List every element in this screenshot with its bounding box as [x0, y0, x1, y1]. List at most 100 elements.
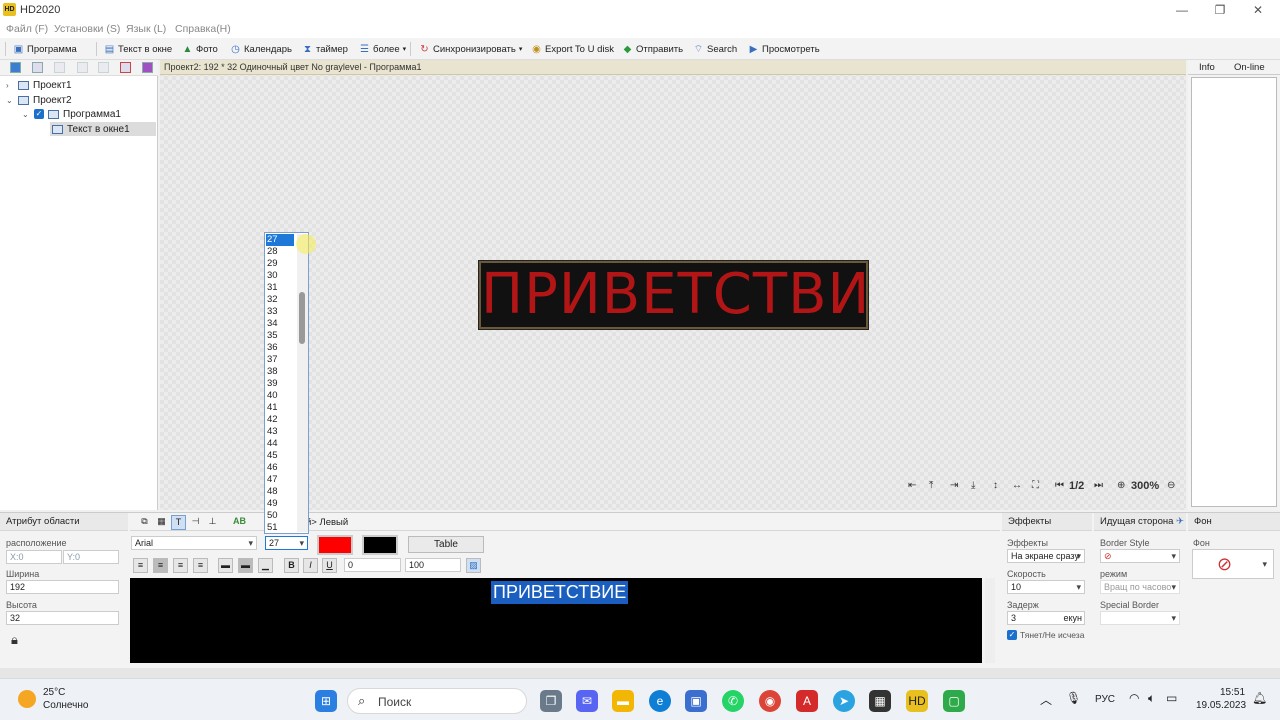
- preview-button[interactable]: ▶ Просмотреть: [748, 41, 820, 57]
- search-button[interactable]: ⌔ Search: [693, 41, 737, 57]
- green-app-icon[interactable]: ▢: [943, 690, 965, 712]
- dropdown-option[interactable]: 43: [266, 426, 294, 438]
- program-button[interactable]: ▣ Программа: [13, 41, 77, 57]
- font-select[interactable]: Arial: [131, 536, 257, 550]
- pin-icon[interactable]: ✈: [1176, 516, 1184, 527]
- fullscreen-icon[interactable]: ⛶: [1032, 480, 1039, 491]
- image-icon[interactable]: ▨: [466, 558, 481, 573]
- grid-icon[interactable]: ▦: [154, 515, 169, 530]
- checkbox-checked-icon[interactable]: ✓: [34, 109, 44, 119]
- led-preview[interactable]: ПРИВЕТСТВИ: [479, 261, 869, 329]
- chevron-down-icon[interactable]: ⌄: [22, 110, 30, 119]
- spacing-stepper[interactable]: 0: [344, 558, 401, 572]
- tab-info[interactable]: Info: [1199, 62, 1215, 73]
- dropdown-option[interactable]: 31: [266, 282, 294, 294]
- align-middle-icon[interactable]: ⊣: [188, 515, 203, 530]
- align-left-text-icon[interactable]: ≡: [133, 558, 148, 573]
- telegram-icon[interactable]: ➤: [833, 690, 855, 712]
- align-bottom-icon[interactable]: ⤓: [971, 480, 975, 491]
- scale-stepper[interactable]: 100: [405, 558, 461, 572]
- delay-field[interactable]: 3 екун: [1007, 611, 1085, 625]
- menu-language[interactable]: Язык (L): [126, 23, 166, 35]
- down-icon[interactable]: [98, 62, 109, 73]
- photo-button[interactable]: ▲ Фото: [182, 41, 218, 57]
- special-border-select[interactable]: [1100, 611, 1180, 625]
- copy-icon[interactable]: [54, 62, 65, 73]
- text-window-button[interactable]: ▤ Текст в окне: [104, 41, 172, 57]
- chrome-icon[interactable]: ◉: [759, 690, 781, 712]
- valign-top-icon[interactable]: ▬: [218, 558, 233, 573]
- dropdown-option[interactable]: 27: [266, 234, 294, 246]
- valign-middle-icon[interactable]: ▬: [238, 558, 253, 573]
- more-button[interactable]: ☰ более ▾: [359, 41, 406, 57]
- microphone-icon[interactable]: 🎙︎: [1066, 691, 1081, 705]
- align-right-text-icon[interactable]: ≡: [173, 558, 188, 573]
- dropdown-option[interactable]: 36: [266, 342, 294, 354]
- align-left-icon[interactable]: ⇤: [908, 480, 916, 491]
- windows-start-icon[interactable]: ⊞: [315, 690, 337, 712]
- chevron-right-icon[interactable]: ›: [6, 81, 14, 90]
- battery-icon[interactable]: ▭: [1166, 691, 1177, 705]
- italic-button[interactable]: I: [303, 558, 318, 573]
- chevron-down-icon[interactable]: ⌄: [6, 96, 14, 105]
- calendar-button[interactable]: ◷ Календарь: [230, 41, 292, 57]
- dropdown-option[interactable]: 29: [266, 258, 294, 270]
- prev-page-icon[interactable]: ⏮: [1055, 480, 1064, 491]
- align-center-text-icon[interactable]: ≡: [153, 558, 168, 573]
- send-button[interactable]: ◆ Отправить: [622, 41, 683, 57]
- delete-icon[interactable]: [120, 62, 131, 73]
- dropdown-option[interactable]: 42: [266, 414, 294, 426]
- volume-icon[interactable]: 🔈︎: [1148, 691, 1155, 706]
- text-color-swatch[interactable]: [317, 535, 353, 555]
- border-style-select[interactable]: ⊘: [1100, 549, 1180, 563]
- dropdown-option[interactable]: 33: [266, 306, 294, 318]
- sync-button[interactable]: ↻ Синхронизировать ▾: [419, 41, 522, 57]
- table-button[interactable]: Table: [408, 536, 484, 553]
- underline-button[interactable]: U: [322, 558, 337, 573]
- x-field[interactable]: X:0: [6, 550, 62, 564]
- editor-scrollbar[interactable]: [985, 578, 995, 663]
- text-top-icon[interactable]: T: [171, 515, 186, 530]
- folder-icon[interactable]: ▬: [612, 690, 634, 712]
- design-canvas[interactable]: Проект2: 192 * 32 Одиночный цвет No gray…: [160, 60, 1186, 510]
- text-editor[interactable]: ПРИВЕТСТВИЕ: [130, 578, 982, 663]
- dropdown-option[interactable]: 38: [266, 366, 294, 378]
- speed-select[interactable]: 10: [1007, 580, 1085, 594]
- edge-icon[interactable]: e: [649, 690, 671, 712]
- dropdown-scrollbar[interactable]: [297, 234, 308, 532]
- close-button[interactable]: ✕: [1238, 1, 1278, 19]
- language-indicator[interactable]: РУС: [1095, 694, 1115, 705]
- font-size-dropdown-list[interactable]: 27 28 29 30 31 32 33 34 35 36 37 38 39 40 41 42 43 44 45 46…: [264, 232, 309, 534]
- align-top-icon[interactable]: ⤒: [929, 480, 933, 491]
- y-field[interactable]: Y:0: [63, 550, 119, 564]
- align-bottom-text-icon[interactable]: ⊥: [205, 515, 220, 530]
- tree-item-text1[interactable]: Текст в окне1: [50, 122, 156, 136]
- stay-checkbox[interactable]: ✓ Тянет/Не исчеза: [1007, 630, 1084, 640]
- dropdown-option[interactable]: 37: [266, 354, 294, 366]
- chat-icon[interactable]: ✉: [576, 690, 598, 712]
- menu-file[interactable]: Файл (F): [6, 23, 48, 35]
- dropdown-option[interactable]: 30: [266, 270, 294, 282]
- zoom-in-icon[interactable]: ⊕: [1117, 480, 1125, 491]
- tree-item-project2[interactable]: ⌄ Проект2: [6, 93, 72, 107]
- lock-icon[interactable]: 🔒︎: [11, 632, 18, 648]
- bold-button[interactable]: B: [284, 558, 299, 573]
- tree-item-program1[interactable]: ⌄ ✓ Программа1: [22, 107, 121, 121]
- new-icon[interactable]: [32, 62, 43, 73]
- next-page-icon[interactable]: ⏭: [1094, 480, 1103, 491]
- dropdown-option[interactable]: 46: [266, 462, 294, 474]
- height-field[interactable]: 32: [6, 611, 119, 625]
- bg-select[interactable]: ⊘ ▾: [1192, 549, 1274, 579]
- sun-icon[interactable]: [18, 690, 36, 708]
- frame-icon[interactable]: ⧉: [137, 515, 152, 530]
- justify-text-icon[interactable]: ≡: [193, 558, 208, 573]
- tab-online[interactable]: On-line: [1234, 62, 1265, 73]
- dropdown-option[interactable]: 45: [266, 450, 294, 462]
- dropdown-option[interactable]: 44: [266, 438, 294, 450]
- font-size-select[interactable]: 27: [265, 536, 308, 550]
- menu-help[interactable]: Справка(H): [175, 23, 231, 35]
- dropdown-option[interactable]: 34: [266, 318, 294, 330]
- bg-color-swatch[interactable]: [362, 535, 398, 555]
- valign-bottom-icon[interactable]: ▁: [258, 558, 273, 573]
- whatsapp-icon[interactable]: ✆: [722, 690, 744, 712]
